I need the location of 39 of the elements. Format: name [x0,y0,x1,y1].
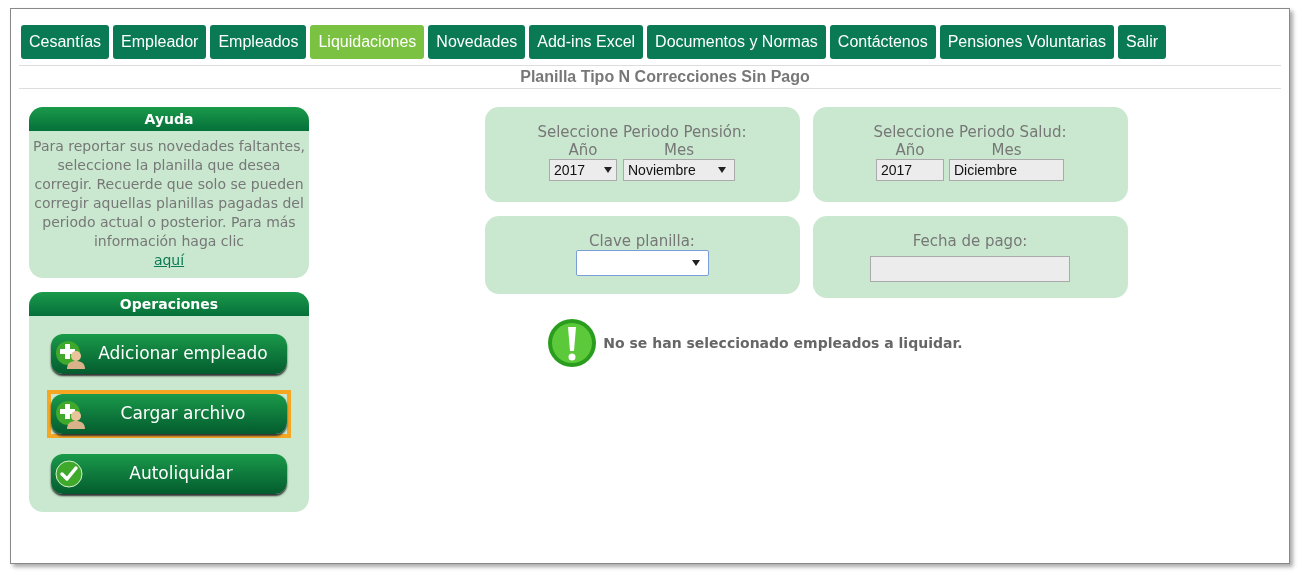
operations-panel-title: Operaciones [29,292,309,316]
operation-button[interactable]: Adicionar empleado [51,334,287,374]
pension-period-label: Seleccione Periodo Pensión: [537,123,747,141]
nav-tab[interactable]: Empleador [113,25,207,59]
nav-tab[interactable]: Cesantías [21,25,110,59]
month-label: Mes [664,141,694,159]
page-title: Planilla Tipo N Correcciones Sin Pago [520,67,810,87]
operation-button[interactable]: Cargar archivo [51,394,287,434]
add-user-icon [55,339,87,369]
dropdown-caret-icon [718,167,726,173]
health-period-label: Seleccione Periodo Salud: [873,123,1067,141]
year-field[interactable]: 2017 [876,159,944,181]
form-key-select[interactable] [575,250,709,276]
add-user-icon [55,399,87,429]
help-link[interactable]: aquí [153,252,185,268]
help-panel-title: Ayuda [29,107,309,131]
year-select[interactable]: 2017 [549,159,617,181]
help-text: Para reportar sus novedades faltantes, seleccione la planilla que desea corregir. Recuerde que solo se pueden corregir aquellas planillas pagadas del periodo actual o posterior. Para más información haga clic aquí [32,137,306,270]
nav-tab[interactable]: Contáctenos [829,25,936,59]
month-label: Mes [991,141,1022,159]
year-label: Año [568,141,598,159]
operation-button[interactable]: Autoliquidar [51,454,287,494]
month-select[interactable]: Noviembre [623,159,735,181]
nav-tab[interactable]: Salir [1118,25,1166,59]
form-key-label: Clave planilla: [589,232,695,250]
nav-tab[interactable]: Empleados [210,25,307,59]
nav-tab[interactable]: Pensiones Voluntarias [939,25,1114,59]
nav-tab[interactable]: Documentos y Normas [647,25,826,59]
nav-tab[interactable]: Add-ins Excel [529,25,644,59]
year-label: Año [895,141,925,159]
checkmark-icon [55,460,83,488]
dropdown-caret-icon [691,260,700,266]
payment-date-label: Fecha de pago: [912,232,1028,250]
payment-date-field[interactable] [870,256,1070,282]
status-message: No se han seleccionado empleados a liquidar. [603,333,963,353]
dropdown-caret-icon [604,167,612,173]
month-field[interactable]: Diciembre [949,159,1064,181]
exclamation-icon [547,318,598,368]
nav-tab[interactable]: Novedades [428,25,526,59]
